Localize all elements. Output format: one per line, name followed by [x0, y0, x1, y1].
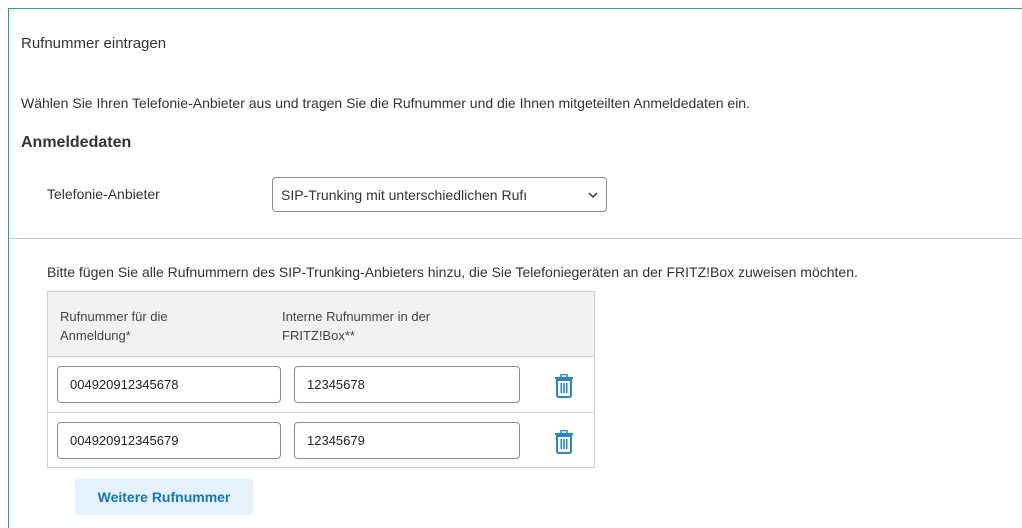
column-header-internal-number: Interne Rufnummer in der FRITZ!Box**	[282, 307, 430, 345]
divider	[9, 238, 1022, 239]
internal-number-input[interactable]: 12345678	[294, 366, 520, 403]
login-number-input[interactable]: 004920912345679	[57, 422, 281, 459]
number-table: Rufnummer für die Anmeldung* Interne Ruf…	[47, 291, 595, 468]
login-heading: Anmeldedaten	[21, 134, 132, 151]
column-header-internal-number-line2: FRITZ!Box**	[282, 328, 355, 343]
column-header-login-number: Rufnummer für die Anmeldung*	[60, 307, 168, 345]
internal-number-input[interactable]: 12345679	[294, 422, 520, 459]
chevron-down-icon	[588, 191, 598, 198]
provider-label: Telefonie-Anbieter	[47, 186, 160, 202]
login-number-input[interactable]: 004920912345678	[57, 366, 281, 403]
table-header: Rufnummer für die Anmeldung* Interne Ruf…	[48, 292, 594, 357]
provider-select[interactable]: SIP-Trunking mit unterschiedlichen Rufı	[272, 177, 607, 212]
section-title: Rufnummer eintragen	[21, 35, 167, 52]
intro-text: Wählen Sie Ihren Telefonie-Anbieter aus …	[21, 95, 750, 111]
column-header-login-number-line1: Rufnummer für die	[60, 309, 168, 324]
column-header-internal-number-line1: Interne Rufnummer in der	[282, 309, 431, 324]
table-row: 004920912345679 12345679	[48, 413, 594, 468]
trash-icon[interactable]	[553, 430, 575, 454]
provider-select-value: SIP-Trunking mit unterschiedlichen Rufı	[281, 186, 528, 203]
add-number-button[interactable]: Weitere Rufnummer	[75, 479, 253, 515]
hint-text: Bitte fügen Sie alle Rufnummern des SIP-…	[47, 264, 858, 280]
table-row: 004920912345678 12345678	[48, 357, 594, 413]
column-header-login-number-line2: Anmeldung*	[60, 328, 131, 343]
trash-icon[interactable]	[553, 374, 575, 398]
